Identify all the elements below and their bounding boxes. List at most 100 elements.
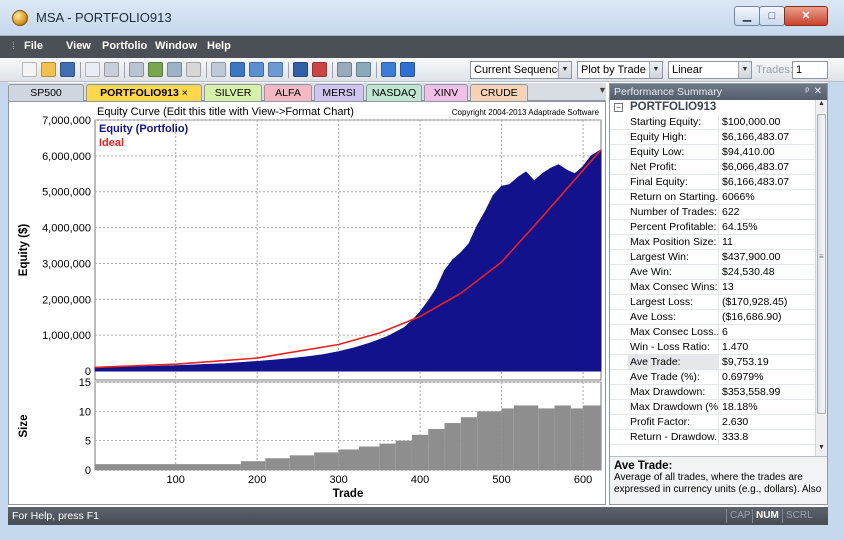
table-icon[interactable] [167, 62, 182, 77]
equity-chart-panel[interactable]: 0 1,000,000 2,000,000 3,000,000 4,000,000 5,0… [8, 101, 606, 505]
tab-nasdaq[interactable]: NASDAQ [366, 84, 422, 101]
size-tick-label: 10 [79, 406, 91, 418]
size-bar [265, 458, 290, 470]
trades-input[interactable]: 1 [792, 61, 828, 79]
sequence-select[interactable]: Current Sequence ▼ [470, 61, 572, 79]
y-tick-label: 7,000,000 [42, 115, 91, 127]
metric-value: 6066% [718, 190, 815, 204]
minimize-button[interactable]: ▁ [734, 6, 760, 26]
tab-close-icon[interactable]: × [179, 87, 188, 99]
window-icon[interactable] [312, 62, 327, 77]
info-icon[interactable] [400, 62, 415, 77]
tab-mersi[interactable]: MERSI [314, 84, 364, 101]
performance-row[interactable]: Return on Starting... 6066% [610, 190, 815, 205]
metric-value: 11 [718, 235, 815, 249]
performance-row[interactable]: Percent Profitable: 64.15% [610, 220, 815, 235]
performance-row[interactable]: Number of Trades: 622 [610, 205, 815, 220]
size-tick-label: 5 [85, 436, 91, 448]
metric-label: Return on Starting... [630, 191, 718, 203]
performance-row[interactable]: Ave Trade (%): 0.6979% [610, 370, 815, 385]
copy-icon[interactable] [85, 62, 100, 77]
maximize-button[interactable]: □ [759, 6, 785, 26]
performance-row[interactable]: Max Consec Wins: 13 [610, 280, 815, 295]
performance-row[interactable]: Max Consec Loss... 6 [610, 325, 815, 340]
performance-row[interactable]: Max Drawdown (%): 18.18% [610, 400, 815, 415]
performance-row[interactable]: Final Equity: $6,166,483.07 [610, 175, 815, 190]
legend-ideal: Ideal [99, 137, 124, 149]
window-frame-left [0, 58, 8, 540]
grid-icon[interactable] [293, 62, 308, 77]
performance-group[interactable]: − PORTFOLIO913 [610, 100, 815, 115]
performance-row[interactable]: Starting Equity: $100,000.00 [610, 115, 815, 130]
tab-label: SILVER [214, 87, 252, 99]
size-bar [583, 405, 601, 470]
menu-help[interactable]: Help [207, 40, 231, 52]
metric-label: Ave Trade (%): [630, 371, 700, 383]
tab-list-dropdown-icon[interactable]: ▼ [598, 85, 607, 95]
help-icon[interactable] [381, 62, 396, 77]
metric-value: $6,066,483.07 [718, 160, 815, 174]
performance-row[interactable]: Max Drawdown: $353,558.99 [610, 385, 815, 400]
collapse-icon[interactable]: − [614, 103, 623, 112]
size-bar [95, 464, 241, 470]
tab-portfolio913[interactable]: PORTFOLIO913 × [86, 84, 202, 101]
scroll-thumb[interactable] [817, 114, 826, 414]
zoom-out-icon[interactable] [356, 62, 371, 77]
performance-row[interactable]: Net Profit: $6,066,483.07 [610, 160, 815, 175]
performance-row[interactable]: Equity High: $6,166,483.07 [610, 130, 815, 145]
close-button[interactable]: ✕ [784, 6, 828, 26]
size-bar [538, 408, 555, 470]
toolbar-separator [376, 62, 377, 78]
monitor-icon[interactable] [268, 62, 283, 77]
bar-chart-icon[interactable] [230, 62, 245, 77]
chevron-down-icon[interactable]: ▼ [558, 62, 571, 78]
size-bar [477, 411, 502, 470]
title-bar[interactable]: MSA - PORTFOLIO913 ▁ □ ✕ [0, 0, 844, 36]
performance-row[interactable]: Largest Loss: ($170,928.45) [610, 295, 815, 310]
tab-sp500[interactable]: SP500 [8, 84, 84, 101]
menu-portfolio[interactable]: Portfolio [102, 40, 147, 52]
performance-row[interactable]: Ave Loss: ($16,686.90) [610, 310, 815, 325]
calc-icon[interactable] [186, 62, 201, 77]
performance-row[interactable]: Profit Factor: 2.630 [610, 415, 815, 430]
size-bar [501, 408, 514, 470]
tab-crude[interactable]: CRUDE [470, 84, 528, 101]
scroll-up-icon[interactable]: ▲ [816, 100, 827, 112]
metric-value: 0.6979% [718, 370, 815, 384]
chevron-down-icon[interactable]: ▼ [738, 62, 751, 78]
scale-select[interactable]: Linear ▼ [668, 61, 752, 79]
performance-row[interactable]: Return - Drawdow... 333.8 [610, 430, 815, 445]
metric-value: $94,410.00 [718, 145, 815, 159]
close-icon[interactable]: ✕ [814, 84, 822, 100]
print-icon[interactable] [104, 62, 119, 77]
menu-window[interactable]: Window [155, 40, 197, 52]
performance-scrollbar[interactable]: ▲ ≡ ▼ [815, 100, 827, 456]
save-icon[interactable] [60, 62, 75, 77]
report-icon[interactable] [211, 62, 226, 77]
tab-alfa[interactable]: ALFA [264, 84, 312, 101]
new-icon[interactable] [22, 62, 37, 77]
stats-icon[interactable] [249, 62, 264, 77]
performance-row[interactable]: Win - Loss Ratio: 1.470 [610, 340, 815, 355]
tab-xinv[interactable]: XINV [424, 84, 468, 101]
edit-icon[interactable] [129, 62, 144, 77]
chart-icon[interactable] [148, 62, 163, 77]
chevron-down-icon[interactable]: ▼ [649, 62, 662, 78]
performance-row[interactable]: Equity Low: $94,410.00 [610, 145, 815, 160]
size-tick-label: 0 [85, 465, 91, 477]
performance-row[interactable]: Largest Win: $437,900.00 [610, 250, 815, 265]
scroll-down-icon[interactable]: ▼ [816, 444, 827, 456]
plot-mode-select[interactable]: Plot by Trade ▼ [577, 61, 663, 79]
open-icon[interactable] [41, 62, 56, 77]
pin-icon[interactable]: ᵖ [805, 84, 809, 100]
performance-row[interactable]: Max Position Size: 11 [610, 235, 815, 250]
metric-label: Largest Loss: [630, 296, 694, 308]
menu-file[interactable]: File [24, 40, 43, 52]
menu-view[interactable]: View [66, 40, 91, 52]
description-title: Ave Trade: [614, 460, 673, 472]
zoom-in-icon[interactable] [337, 62, 352, 77]
performance-row[interactable]: Ave Win: $24,530.48 [610, 265, 815, 280]
metric-label: Return - Drawdow... [630, 431, 718, 443]
performance-row[interactable]: Ave Trade: $9,753.19 [610, 355, 815, 370]
tab-silver[interactable]: SILVER [204, 84, 262, 101]
